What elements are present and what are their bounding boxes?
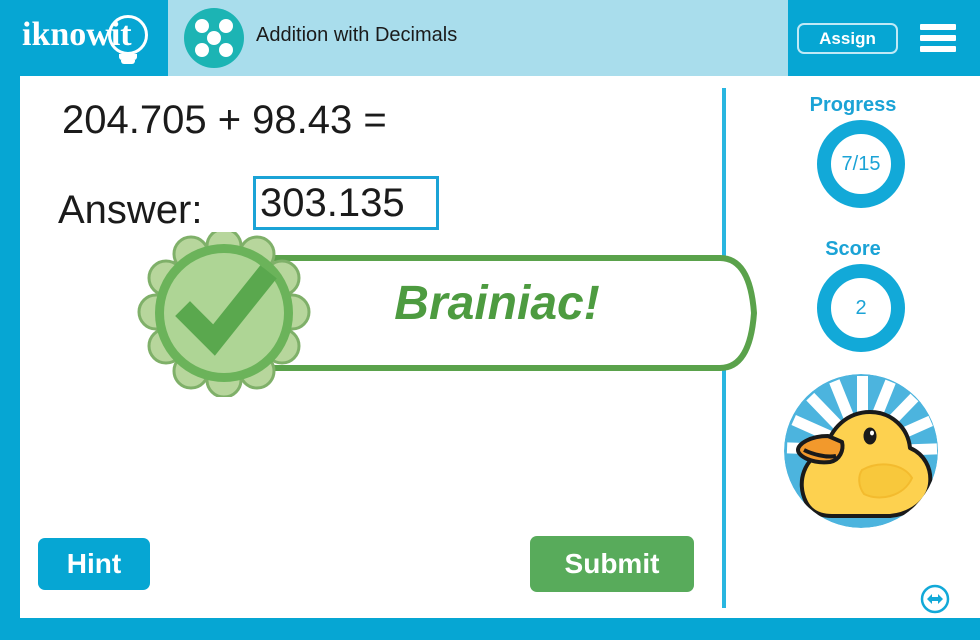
lightbulb-icon [108, 15, 148, 55]
page-title: Addition with Decimals [256, 24, 458, 46]
hint-button[interactable]: Hint [38, 538, 150, 590]
five-dots-icon [184, 8, 244, 68]
assign-button[interactable]: Assign [797, 23, 898, 54]
problem-expression: 204.705 + 98.43 = [62, 98, 387, 142]
score-label: Score [825, 238, 881, 260]
hamburger-menu-icon[interactable] [920, 24, 956, 52]
status-sidebar: Progress 7/15 Score 2 [726, 76, 980, 618]
score-value: 2 [855, 297, 867, 319]
app-header: iknowit Addition with Decimals Assign [0, 0, 980, 76]
submit-button[interactable]: Submit [530, 536, 694, 592]
app-root: iknowit Addition with Decimals Assign 20… [0, 0, 980, 640]
hamburger-bar-3 [920, 46, 956, 52]
content-canvas: 204.705 + 98.43 = Answer: 303.135 Braini… [20, 76, 980, 618]
dot-top-right [219, 19, 233, 33]
dot-bottom-right [219, 43, 233, 57]
feedback-message: Brainiac! [394, 277, 600, 330]
hamburger-bar-1 [920, 24, 956, 30]
progress-value: 7/15 [841, 153, 881, 175]
dot-bottom-left [195, 43, 209, 57]
hamburger-bar-2 [920, 35, 956, 41]
answer-label: Answer: [58, 188, 203, 232]
lightbulb-base-lower-icon [121, 60, 135, 64]
iknowit-logo[interactable]: iknowit [22, 14, 162, 64]
score-ring: 2 [817, 264, 905, 352]
rubber-duck-avatar[interactable] [784, 374, 939, 529]
dot-top-left [195, 19, 209, 33]
feedback-banner: Brainiac! [124, 232, 757, 397]
lesson-title-bar: Addition with Decimals [168, 0, 788, 76]
dot-center [207, 31, 221, 45]
progress-label: Progress [809, 94, 897, 116]
logo-area[interactable]: iknowit [0, 0, 168, 76]
resize-horizontal-icon[interactable] [920, 584, 950, 614]
check-rosette-icon [137, 232, 311, 397]
answer-input[interactable] [253, 176, 439, 230]
progress-ring: 7/15 [817, 120, 905, 208]
